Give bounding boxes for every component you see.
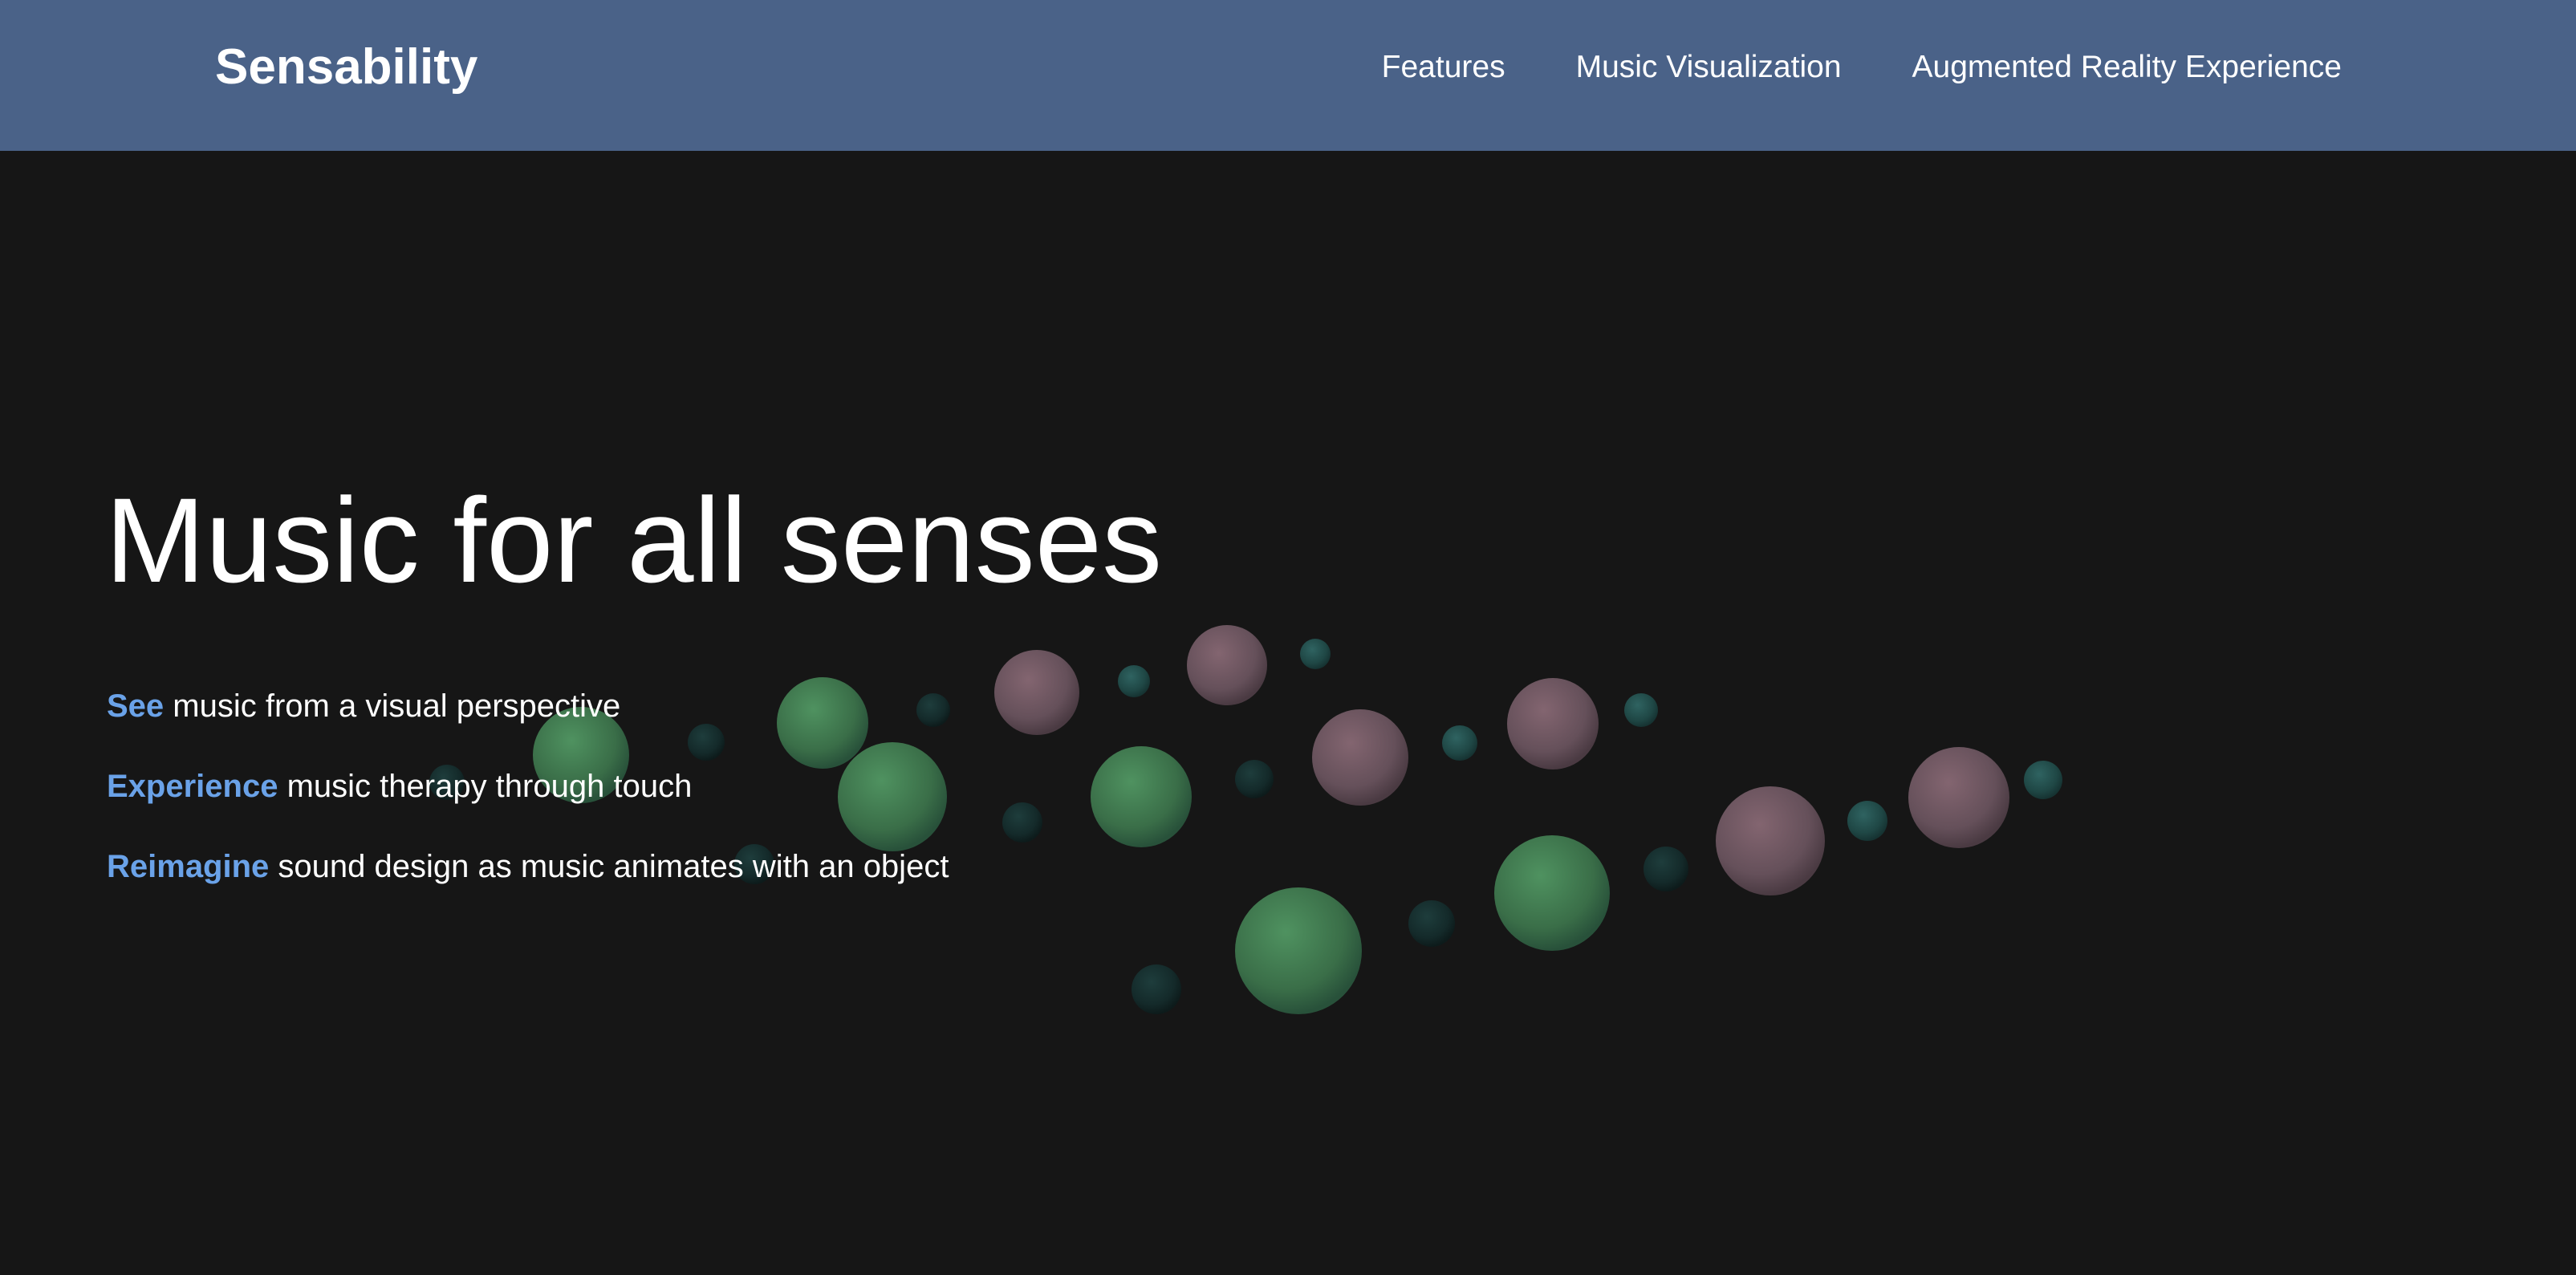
sphere-teal	[1300, 639, 1331, 669]
sphere-teal	[1847, 801, 1887, 841]
sphere-teal	[1442, 725, 1477, 761]
sphere-green	[1091, 746, 1192, 847]
sphere-teal	[1118, 665, 1150, 697]
sphere-pink	[1312, 709, 1408, 806]
nav-link-augmented-reality[interactable]: Augmented Reality Experience	[1912, 50, 2342, 85]
tagline-experience: Experience music therapy through touch	[107, 769, 949, 849]
hero-section: Music for all senses See music from a vi…	[0, 151, 2576, 1275]
sphere-dark	[1644, 847, 1688, 891]
navbar: Sensability Features Music Visualization…	[0, 0, 2576, 151]
sphere-dark	[1132, 964, 1181, 1014]
hero-title: Music for all senses	[105, 473, 1163, 607]
brand-logo[interactable]: Sensability	[215, 39, 477, 95]
sphere-teal	[2024, 761, 2062, 799]
nav-link-features[interactable]: Features	[1382, 50, 1505, 85]
tagline-accent: Reimagine	[107, 849, 270, 884]
sphere-dark	[1002, 802, 1042, 843]
sphere-green	[1235, 887, 1362, 1014]
sphere-pink	[1908, 747, 2009, 848]
sphere-dark	[1235, 760, 1274, 798]
tagline-see: See music from a visual perspective	[107, 688, 949, 769]
sphere-dark	[1408, 900, 1455, 947]
tagline-list: See music from a visual perspective Expe…	[107, 688, 949, 929]
tagline-text: sound design as music animates with an o…	[269, 849, 949, 884]
sphere-green	[1494, 835, 1610, 951]
sphere-pink	[1187, 625, 1267, 705]
tagline-text: music from a visual perspective	[164, 688, 621, 724]
sphere-pink	[1716, 786, 1825, 895]
tagline-reimagine: Reimagine sound design as music animates…	[107, 849, 949, 929]
nav-link-music-visualization[interactable]: Music Visualization	[1576, 50, 1842, 85]
sphere-pink	[994, 650, 1079, 735]
sphere-teal	[1624, 693, 1658, 727]
sphere-pink	[1507, 678, 1599, 769]
tagline-accent: See	[107, 688, 165, 724]
nav-menu: Features Music Visualization Augmented R…	[1382, 50, 2342, 85]
tagline-accent: Experience	[107, 769, 278, 804]
tagline-text: music therapy through touch	[278, 769, 693, 804]
